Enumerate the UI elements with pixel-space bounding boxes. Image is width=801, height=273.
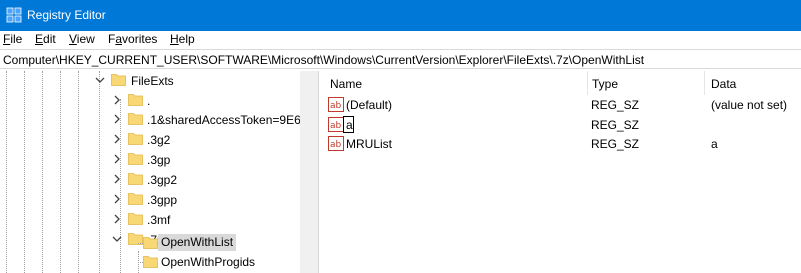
tree-item-label: .3gp: [147, 153, 171, 167]
tree-item-3gp[interactable]: .3gp: [0, 150, 300, 169]
tree-item-label: .3gp2: [147, 173, 178, 187]
address-path[interactable]: Computer\HKEY_CURRENT_USER\SOFTWARE\Micr…: [3, 53, 644, 67]
tree-item-label: .: [147, 94, 151, 108]
tree-item-label: .1&sharedAccessToken=9E6C: [147, 113, 300, 127]
chevron-down-icon[interactable]: [94, 74, 106, 86]
string-value-icon: ab: [328, 97, 344, 112]
tree-item-openwithlist[interactable]: OpenWithList: [0, 233, 300, 252]
values-list[interactable]: Name Type Data ab (Default) REG_SZ (valu…: [319, 71, 801, 273]
tree-item-fileexts[interactable]: FileExts: [0, 71, 300, 90]
menu-help[interactable]: Help: [170, 32, 195, 46]
folder-icon: [128, 133, 143, 145]
value-row[interactable]: ab MRUList REG_SZ a: [319, 134, 801, 154]
rename-input[interactable]: a: [343, 116, 354, 133]
registry-tree[interactable]: FileExts . .1&sharedAccessToken=9E6C .3g…: [0, 71, 300, 273]
svg-text:ab: ab: [330, 121, 342, 131]
tree-item-1-shared-access[interactable]: .1&sharedAccessToken=9E6C: [0, 110, 300, 129]
tree-item-openwithprogids[interactable]: OpenWithProgids: [0, 252, 300, 271]
value-type: REG_SZ: [591, 137, 640, 151]
chevron-right-icon[interactable]: [111, 153, 123, 165]
svg-text:ab: ab: [330, 140, 342, 150]
tree-item-3mf[interactable]: .3mf: [0, 210, 300, 229]
svg-text:ab: ab: [330, 101, 342, 111]
menu-view[interactable]: View: [69, 32, 95, 46]
tree-item-dot[interactable]: .: [0, 91, 300, 110]
value-type: REG_SZ: [591, 98, 640, 112]
string-value-icon: ab: [328, 136, 344, 151]
chevron-right-icon[interactable]: [111, 113, 123, 125]
menu-bar: File Edit View Favorites Help: [0, 31, 801, 48]
tree-item-label: .3g2: [147, 133, 171, 147]
folder-icon: [128, 173, 143, 185]
folder-icon: [128, 113, 143, 125]
column-header-name[interactable]: Name: [319, 71, 587, 95]
chevron-right-icon[interactable]: [111, 94, 123, 106]
folder-icon: [128, 193, 143, 205]
value-data: (value not set): [711, 98, 788, 112]
value-name: MRUList: [346, 137, 393, 151]
tree-item-label: OpenWithProgids: [161, 255, 256, 269]
chevron-right-icon[interactable]: [111, 193, 123, 205]
folder-icon: [143, 237, 158, 249]
value-name: (Default): [346, 98, 393, 112]
window-title: Registry Editor: [27, 8, 106, 22]
chevron-right-icon[interactable]: [111, 213, 123, 225]
folder-icon: [128, 153, 143, 165]
column-header-type[interactable]: Type: [588, 71, 704, 95]
registry-editor-icon: [6, 7, 22, 23]
folder-icon: [143, 256, 158, 268]
column-header-data[interactable]: Data: [705, 71, 801, 95]
tree-item-3g2[interactable]: .3g2: [0, 130, 300, 149]
tree-item-label: OpenWithList: [158, 234, 237, 251]
tree-item-label: FileExts: [131, 74, 174, 88]
pane-splitter[interactable]: [300, 71, 319, 273]
chevron-right-icon[interactable]: [111, 173, 123, 185]
tree-item-3gpp[interactable]: .3gpp: [0, 190, 300, 209]
value-type: REG_SZ: [591, 118, 640, 132]
address-bar[interactable]: Computer\HKEY_CURRENT_USER\SOFTWARE\Micr…: [0, 49, 801, 69]
folder-open-icon: [111, 74, 126, 86]
title-bar: Registry Editor: [0, 0, 801, 31]
value-data: a: [711, 137, 718, 151]
menu-file[interactable]: File: [3, 32, 22, 46]
tree-item-label: .3gpp: [147, 193, 178, 207]
chevron-right-icon[interactable]: [111, 133, 123, 145]
tree-item-3gp2[interactable]: .3gp2: [0, 170, 300, 189]
value-row[interactable]: ab a REG_SZ: [319, 115, 801, 135]
menu-edit[interactable]: Edit: [35, 32, 56, 46]
folder-icon: [128, 213, 143, 225]
value-row[interactable]: ab (Default) REG_SZ (value not set): [319, 95, 801, 115]
folder-icon: [128, 94, 143, 106]
menu-favorites[interactable]: Favorites: [108, 32, 157, 46]
tree-item-label: .3mf: [147, 213, 171, 227]
string-value-icon: ab: [328, 117, 344, 132]
